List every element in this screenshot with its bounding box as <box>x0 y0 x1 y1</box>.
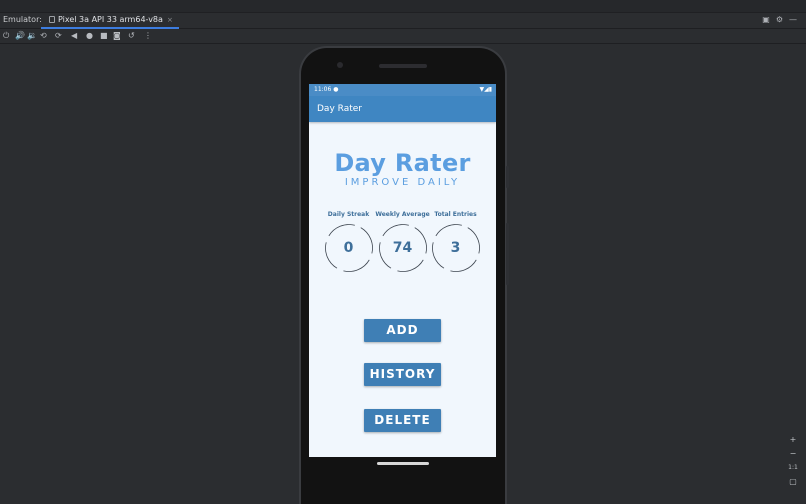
rotate-right-icon[interactable]: ⟳ <box>55 31 62 40</box>
stat-value: 0 <box>343 240 354 256</box>
device-icon <box>49 16 55 23</box>
rotate-left-icon[interactable]: ⟲ <box>40 31 47 40</box>
overview-icon[interactable]: ■ <box>100 31 108 40</box>
more-icon[interactable]: ⋮ <box>144 31 152 40</box>
emulator-tab-bar: Emulator: Pixel 3a API 33 arm64-v8a × ▣⚙— <box>0 13 806 29</box>
emulator-label: Emulator: <box>3 15 42 24</box>
settings-gear-icon[interactable]: ⚙ <box>776 15 789 24</box>
snapshot-icon[interactable]: ↺ <box>128 31 135 40</box>
zoom-in-button[interactable]: + <box>786 433 800 447</box>
stat-ring: 74 <box>378 223 428 273</box>
stat-daily-streak: Daily Streak 0 <box>321 211 376 273</box>
phone-frame: 11:06 ● ▼◢▮ Day Rater Day Rater IMPROVE … <box>299 46 509 504</box>
app-bar: Day Rater <box>309 96 496 122</box>
back-icon[interactable]: ◀ <box>71 31 77 40</box>
tab-bar-actions: ▣⚙— <box>762 15 803 24</box>
volume-down-icon[interactable]: 🔉 <box>27 31 37 40</box>
stat-ring: 3 <box>431 223 481 273</box>
stat-ring: 0 <box>324 223 374 273</box>
minimize-icon[interactable]: — <box>789 15 803 24</box>
tab-close-icon[interactable]: × <box>167 16 173 24</box>
fit-screen-icon[interactable]: ▢ <box>786 475 800 489</box>
stats-row: Daily Streak 0 Weekly Average 74 Total E… <box>309 211 496 273</box>
phone-screen: 11:06 ● ▼◢▮ Day Rater Day Rater IMPROVE … <box>309 84 496 457</box>
add-button[interactable]: ADD <box>364 319 441 342</box>
stat-label: Weekly Average <box>375 211 430 218</box>
volume-up-icon[interactable]: 🔊 <box>15 31 25 40</box>
stat-total-entries: Total Entries 3 <box>428 211 483 273</box>
device-tab-label: Pixel 3a API 33 arm64-v8a <box>58 15 163 24</box>
zoom-controls: + − 1:1 ▢ <box>786 433 800 489</box>
front-camera-icon <box>337 62 343 68</box>
zoom-reset-button[interactable]: 1:1 <box>786 461 800 475</box>
ide-title-bar <box>0 0 806 13</box>
volume-side-button[interactable] <box>506 223 509 285</box>
layout-icon[interactable]: ▣ <box>762 15 776 24</box>
history-button[interactable]: HISTORY <box>364 363 441 386</box>
home-icon[interactable]: ● <box>86 31 93 40</box>
android-status-bar: 11:06 ● ▼◢▮ <box>309 84 496 96</box>
app-bar-title: Day Rater <box>317 104 362 114</box>
delete-button[interactable]: DELETE <box>364 409 441 432</box>
stat-label: Daily Streak <box>327 211 370 218</box>
device-tab[interactable]: Pixel 3a API 33 arm64-v8a × <box>41 13 179 29</box>
app-subtitle: IMPROVE DAILY <box>344 177 461 188</box>
power-icon[interactable]: ⏻ <box>3 31 9 41</box>
stat-value: 74 <box>392 240 413 256</box>
stat-label: Total Entries <box>434 211 477 218</box>
stat-value: 3 <box>450 240 461 256</box>
power-side-button[interactable] <box>506 166 509 188</box>
battery-icon: ▮ <box>488 86 492 93</box>
stat-weekly-average: Weekly Average 74 <box>375 211 430 273</box>
gesture-home-indicator[interactable] <box>377 462 429 465</box>
earpiece-speaker <box>379 64 427 68</box>
app-title: Day Rater <box>334 149 471 177</box>
message-notification-icon: ● <box>333 86 339 93</box>
status-icons: ▼◢▮ <box>479 86 492 93</box>
screenshot-icon[interactable]: ◙ <box>113 31 121 40</box>
zoom-out-button[interactable]: − <box>786 447 800 461</box>
emulator-toolbar: ⏻ 🔊 🔉 ⟲ ⟳ ◀ ● ■ ◙ ↺ ⋮ <box>0 30 806 44</box>
status-time: 11:06 <box>314 86 332 93</box>
